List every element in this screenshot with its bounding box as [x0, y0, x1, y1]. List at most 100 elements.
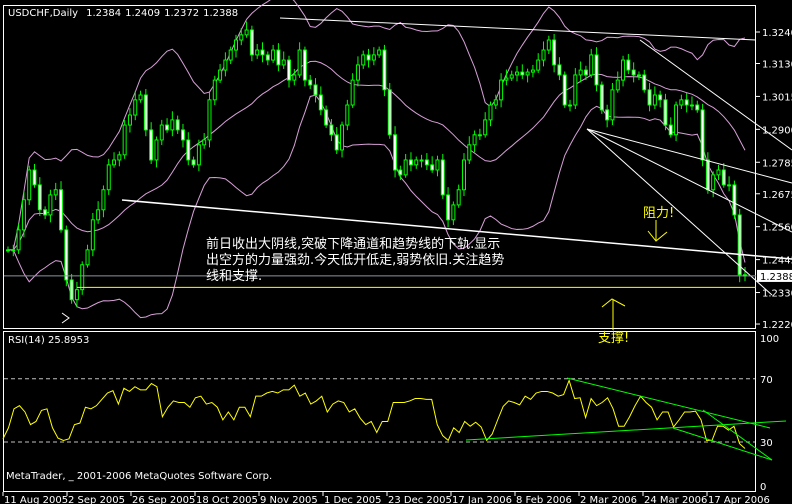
- candle: [488, 101, 493, 127]
- candle: [456, 184, 461, 208]
- candle: [85, 244, 90, 268]
- candle: [589, 48, 594, 78]
- price-tick-label: 1.3130: [762, 59, 792, 70]
- candle: [350, 73, 355, 108]
- candle: [80, 261, 85, 295]
- candle: [408, 152, 413, 172]
- candle: [106, 158, 111, 195]
- candle: [472, 130, 477, 153]
- candle: [48, 189, 53, 223]
- candle: [377, 46, 382, 58]
- candle: [435, 155, 440, 177]
- candle: [403, 153, 408, 178]
- candle: [440, 153, 445, 199]
- candle: [578, 61, 583, 83]
- chart-canvas[interactable]: USDCHF,Daily 1.2384 1.2409 1.2372 1.2388 1.3…: [0, 0, 792, 504]
- candle: [541, 41, 546, 67]
- candle: [424, 153, 429, 170]
- candle: [345, 99, 350, 131]
- candle: [536, 53, 541, 73]
- candle: [149, 122, 154, 164]
- candle: [737, 208, 742, 283]
- rsi-title: RSI(14) 25.8953: [8, 335, 89, 346]
- resistance-label: 阻力!: [643, 206, 674, 221]
- candle: [324, 105, 329, 128]
- candle: [663, 93, 668, 131]
- candle: [546, 35, 551, 55]
- candle: [610, 82, 615, 126]
- candle: [355, 56, 360, 87]
- price-tick-label: 1.3015: [762, 92, 792, 103]
- date-tick-label: 24 Mar 2006: [644, 495, 707, 504]
- candle: [90, 212, 95, 257]
- candle: [689, 96, 694, 111]
- candle: [186, 132, 191, 166]
- candle: [154, 136, 159, 168]
- candle: [382, 44, 387, 97]
- candle: [700, 103, 705, 167]
- candle: [165, 118, 170, 133]
- candle: [218, 64, 223, 83]
- candle: [202, 133, 207, 149]
- date-tick-label: 17 Jan 2006: [452, 495, 512, 504]
- support-arrow: [601, 298, 626, 330]
- candle: [308, 74, 313, 89]
- candle: [53, 182, 58, 201]
- candle: [244, 21, 249, 38]
- candle: [530, 64, 535, 78]
- date-tick-label: 8 Feb 2006: [516, 495, 572, 504]
- candle: [69, 273, 74, 304]
- rsi-resistance-line[interactable]: [566, 377, 771, 429]
- candle: [249, 25, 254, 62]
- candle: [446, 187, 451, 228]
- comment-line-2: 出空方的力量强劲.今天低开低走,弱势依旧.关注趋势: [206, 252, 504, 268]
- candle: [679, 94, 684, 110]
- candle: [59, 181, 64, 233]
- candle: [727, 176, 732, 192]
- fan-line-3[interactable]: [586, 128, 773, 296]
- rsi-tick-label: 70: [760, 375, 773, 386]
- fan-line-2[interactable]: [586, 128, 792, 233]
- candle: [175, 115, 180, 134]
- candle: [6, 246, 10, 253]
- candle: [430, 156, 435, 173]
- candle: [573, 68, 578, 110]
- candle: [112, 152, 117, 168]
- price-tick-label: 1.2785: [762, 158, 792, 169]
- candle: [271, 44, 276, 63]
- upper-channel-line[interactable]: [279, 17, 757, 41]
- candle: [668, 117, 673, 138]
- candle: [64, 225, 69, 287]
- candle: [695, 100, 700, 113]
- candle: [32, 163, 37, 188]
- candle: [499, 73, 504, 108]
- candle: [594, 47, 599, 92]
- candle: [525, 68, 530, 83]
- date-tick-label: 26 Sep 2005: [132, 495, 195, 504]
- rsi-levels: [4, 378, 755, 443]
- price-tick-label: 1.2675: [762, 190, 792, 201]
- candle: [483, 112, 488, 138]
- candle: [239, 27, 244, 46]
- candle: [366, 48, 371, 68]
- date-tick-label: 11 Aug 2005: [4, 495, 68, 504]
- candle: [127, 108, 132, 133]
- price-tick-label: 1.2220: [762, 320, 792, 331]
- candle: [276, 43, 281, 72]
- comment-line-3: 线和支撑.: [206, 269, 262, 284]
- candle: [562, 71, 567, 108]
- rsi-lower-line[interactable]: [672, 427, 773, 461]
- support-label: 支撑!: [598, 331, 629, 346]
- comment-line-1: 前日收出大阴线,突破下降通道和趋势线的下轨.显示: [206, 236, 500, 252]
- candle: [27, 165, 32, 205]
- low-marker-arrow: [61, 312, 70, 324]
- candle: [371, 47, 376, 66]
- rsi-steep-line[interactable]: [702, 409, 773, 461]
- date-tick-label: 2 Sep 2005: [68, 495, 125, 504]
- candle: [37, 177, 42, 217]
- candle: [318, 86, 323, 116]
- date-tick-label: 2 Mar 2006: [580, 495, 637, 504]
- rsi-trendlines[interactable]: [465, 377, 787, 461]
- candle: [313, 78, 318, 103]
- price-trendlines[interactable]: [61, 17, 792, 324]
